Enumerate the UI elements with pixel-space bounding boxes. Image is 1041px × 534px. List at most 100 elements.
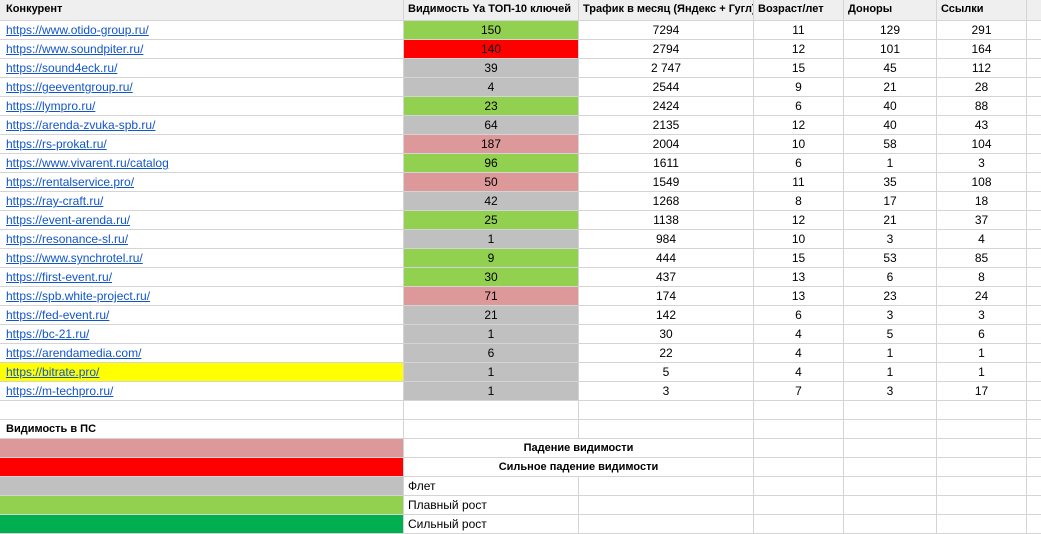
- legend-label[interactable]: Сильный рост: [404, 515, 579, 534]
- empty-cell[interactable]: [1027, 420, 1041, 439]
- empty-cell[interactable]: [1027, 344, 1041, 363]
- age-cell[interactable]: 6: [754, 154, 844, 173]
- competitor-cell[interactable]: https://bc-21.ru/: [0, 325, 404, 344]
- visibility-cell[interactable]: 64: [404, 116, 579, 135]
- empty-cell[interactable]: [844, 458, 937, 477]
- visibility-cell[interactable]: 1: [404, 382, 579, 401]
- age-cell[interactable]: 4: [754, 363, 844, 382]
- donors-cell[interactable]: 17: [844, 192, 937, 211]
- donors-cell[interactable]: 40: [844, 116, 937, 135]
- header-empty[interactable]: [1027, 0, 1041, 21]
- competitor-cell[interactable]: https://m-techpro.ru/: [0, 382, 404, 401]
- links-cell[interactable]: 88: [937, 97, 1027, 116]
- empty-cell[interactable]: [754, 420, 844, 439]
- visibility-cell[interactable]: 150: [404, 21, 579, 40]
- competitor-link[interactable]: https://arendamedia.com/: [6, 346, 141, 360]
- competitor-cell[interactable]: https://www.vivarent.ru/catalog: [0, 154, 404, 173]
- age-cell[interactable]: 7: [754, 382, 844, 401]
- age-cell[interactable]: 15: [754, 59, 844, 78]
- links-cell[interactable]: 104: [937, 135, 1027, 154]
- visibility-cell[interactable]: 4: [404, 78, 579, 97]
- empty-cell[interactable]: [754, 496, 844, 515]
- donors-cell[interactable]: 23: [844, 287, 937, 306]
- donors-cell[interactable]: 3: [844, 230, 937, 249]
- competitor-cell[interactable]: https://event-arenda.ru/: [0, 211, 404, 230]
- visibility-cell[interactable]: 96: [404, 154, 579, 173]
- links-cell[interactable]: 3: [937, 306, 1027, 325]
- visibility-cell[interactable]: 39: [404, 59, 579, 78]
- empty-cell[interactable]: [1027, 59, 1041, 78]
- empty-cell[interactable]: [937, 458, 1027, 477]
- empty-cell[interactable]: [579, 477, 754, 496]
- empty-cell[interactable]: [937, 420, 1027, 439]
- competitor-link[interactable]: https://fed-event.ru/: [6, 308, 109, 322]
- empty-cell[interactable]: [1027, 154, 1041, 173]
- competitor-link[interactable]: https://bitrate.pro/: [6, 365, 99, 379]
- age-cell[interactable]: 4: [754, 325, 844, 344]
- donors-cell[interactable]: 21: [844, 78, 937, 97]
- competitor-link[interactable]: https://bc-21.ru/: [6, 327, 89, 341]
- visibility-cell[interactable]: 21: [404, 306, 579, 325]
- empty-cell[interactable]: [1027, 363, 1041, 382]
- traffic-cell[interactable]: 2135: [579, 116, 754, 135]
- empty-cell[interactable]: [1027, 173, 1041, 192]
- competitor-cell[interactable]: https://sound4eck.ru/: [0, 59, 404, 78]
- links-cell[interactable]: 4: [937, 230, 1027, 249]
- links-cell[interactable]: 3: [937, 154, 1027, 173]
- empty-cell[interactable]: [1027, 458, 1041, 477]
- links-cell[interactable]: 164: [937, 40, 1027, 59]
- traffic-cell[interactable]: 984: [579, 230, 754, 249]
- visibility-cell[interactable]: 140: [404, 40, 579, 59]
- header-traffic[interactable]: Трафик в месяц (Яндекс + Гугл): [579, 0, 754, 21]
- traffic-cell[interactable]: 1268: [579, 192, 754, 211]
- visibility-cell[interactable]: 23: [404, 97, 579, 116]
- traffic-cell[interactable]: 1138: [579, 211, 754, 230]
- visibility-cell[interactable]: 30: [404, 268, 579, 287]
- traffic-cell[interactable]: 30: [579, 325, 754, 344]
- traffic-cell[interactable]: 142: [579, 306, 754, 325]
- donors-cell[interactable]: 101: [844, 40, 937, 59]
- visibility-cell[interactable]: 6: [404, 344, 579, 363]
- age-cell[interactable]: 12: [754, 40, 844, 59]
- traffic-cell[interactable]: 5: [579, 363, 754, 382]
- competitor-link[interactable]: https://resonance-sl.ru/: [6, 232, 128, 246]
- legend-swatch[interactable]: [0, 515, 404, 534]
- competitor-link[interactable]: https://rentalservice.pro/: [6, 175, 134, 189]
- links-cell[interactable]: 112: [937, 59, 1027, 78]
- competitor-cell[interactable]: https://rentalservice.pro/: [0, 173, 404, 192]
- empty-cell[interactable]: [937, 401, 1027, 420]
- traffic-cell[interactable]: 2794: [579, 40, 754, 59]
- age-cell[interactable]: 6: [754, 97, 844, 116]
- donors-cell[interactable]: 58: [844, 135, 937, 154]
- links-cell[interactable]: 85: [937, 249, 1027, 268]
- empty-cell[interactable]: [1027, 401, 1041, 420]
- traffic-cell[interactable]: 174: [579, 287, 754, 306]
- traffic-cell[interactable]: 2424: [579, 97, 754, 116]
- competitor-link[interactable]: https://sound4eck.ru/: [6, 61, 117, 75]
- competitor-cell[interactable]: https://spb.white-project.ru/: [0, 287, 404, 306]
- traffic-cell[interactable]: 3: [579, 382, 754, 401]
- competitor-link[interactable]: https://www.vivarent.ru/catalog: [6, 156, 169, 170]
- visibility-cell[interactable]: 42: [404, 192, 579, 211]
- competitor-link[interactable]: https://www.soundpiter.ru/: [6, 42, 143, 56]
- visibility-cell[interactable]: 25: [404, 211, 579, 230]
- links-cell[interactable]: 43: [937, 116, 1027, 135]
- empty-cell[interactable]: [937, 496, 1027, 515]
- donors-cell[interactable]: 3: [844, 306, 937, 325]
- header-competitor[interactable]: Конкурент: [0, 0, 404, 21]
- traffic-cell[interactable]: 22: [579, 344, 754, 363]
- empty-cell[interactable]: [844, 515, 937, 534]
- age-cell[interactable]: 11: [754, 21, 844, 40]
- traffic-cell[interactable]: 1611: [579, 154, 754, 173]
- competitor-link[interactable]: https://www.synchrotel.ru/: [6, 251, 143, 265]
- visibility-cell[interactable]: 1: [404, 363, 579, 382]
- legend-swatch[interactable]: [0, 458, 404, 477]
- competitor-link[interactable]: https://spb.white-project.ru/: [6, 289, 150, 303]
- links-cell[interactable]: 108: [937, 173, 1027, 192]
- header-links[interactable]: Ссылки: [937, 0, 1027, 21]
- competitor-cell[interactable]: https://bitrate.pro/: [0, 363, 404, 382]
- competitor-cell[interactable]: https://first-event.ru/: [0, 268, 404, 287]
- empty-cell[interactable]: [937, 477, 1027, 496]
- competitor-cell[interactable]: https://arenda-zvuka-spb.ru/: [0, 116, 404, 135]
- empty-cell[interactable]: [404, 401, 579, 420]
